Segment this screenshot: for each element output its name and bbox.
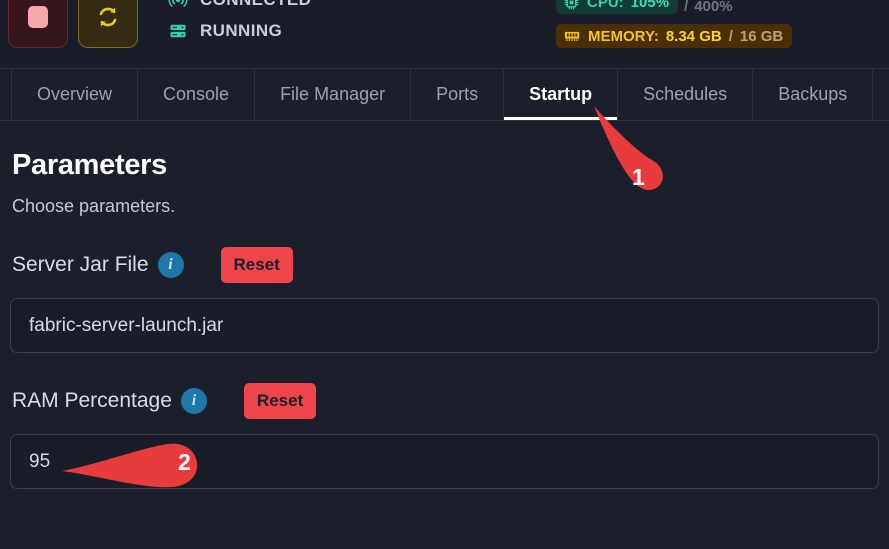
ram-percentage-input[interactable] bbox=[10, 434, 879, 489]
info-icon[interactable]: i bbox=[157, 252, 184, 278]
field-ram-percentage: RAM Percentage i Reset bbox=[10, 383, 879, 489]
resource-usage: CPU: 105% / 400% MEMORY: 8.34 GB / 16 GB bbox=[556, 0, 793, 48]
status-running-label: RUNNING bbox=[200, 21, 283, 40]
cpu-max: 400% bbox=[694, 0, 733, 15]
cpu-value: 105% bbox=[630, 0, 670, 11]
memory-chip: MEMORY: 8.34 GB / 16 GB bbox=[556, 24, 793, 48]
server-status-bar: CONNECTED RUNNING bbox=[0, 0, 889, 62]
page-title: Parameters bbox=[12, 149, 167, 181]
restart-arrows-icon bbox=[99, 7, 117, 27]
tab-overview-label: Overview bbox=[37, 84, 113, 104]
tab-schedules-label: Schedules bbox=[643, 84, 728, 104]
tab-backups[interactable]: Backups bbox=[753, 69, 874, 120]
tab-backups-label: Backups bbox=[778, 84, 848, 104]
field-ram-percentage-header: RAM Percentage i Reset bbox=[12, 383, 879, 419]
status-running: RUNNING bbox=[168, 21, 311, 41]
field-server-jar-file-label: Server Jar File bbox=[12, 253, 149, 276]
server-jar-file-input[interactable] bbox=[10, 298, 879, 353]
cpu-chip: CPU: 105% bbox=[556, 0, 679, 14]
reset-ram-percentage-button[interactable]: Reset bbox=[243, 383, 317, 419]
stop-icon bbox=[28, 6, 48, 28]
startup-parameters-panel: Parameters Choose parameters. Server Jar… bbox=[0, 121, 889, 549]
status-connected-label: CONNECTED bbox=[200, 0, 311, 10]
tab-ports[interactable]: Ports bbox=[411, 69, 505, 120]
memory-separator: / bbox=[728, 27, 733, 45]
memory-max: 16 GB bbox=[739, 27, 784, 45]
cpu-chip-icon bbox=[564, 0, 579, 10]
cpu-separator: / bbox=[684, 0, 689, 15]
status-connected: CONNECTED bbox=[168, 0, 311, 10]
server-tabs: Overview Console File Manager Ports Star… bbox=[0, 68, 889, 121]
tab-schedules[interactable]: Schedules bbox=[618, 69, 754, 120]
page-subtitle: Choose parameters. bbox=[12, 196, 176, 216]
cpu-title: CPU: bbox=[587, 0, 624, 11]
tab-startup[interactable]: Startup bbox=[504, 69, 619, 120]
status-list: CONNECTED RUNNING bbox=[168, 0, 311, 41]
tab-console-label: Console bbox=[163, 84, 230, 104]
tab-startup-label: Startup bbox=[529, 84, 593, 104]
tab-overview[interactable]: Overview bbox=[11, 69, 139, 120]
tab-file-manager-label: File Manager bbox=[280, 84, 386, 104]
field-server-jar-file-header: Server Jar File i Reset bbox=[12, 247, 879, 283]
broadcast-icon bbox=[168, 0, 188, 7]
cpu-usage: CPU: 105% / 400% bbox=[556, 0, 792, 15]
memory-value: 8.34 GB bbox=[665, 27, 722, 45]
server-icon bbox=[170, 24, 186, 38]
info-icon[interactable]: i bbox=[180, 388, 207, 414]
stop-server-button[interactable] bbox=[8, 0, 68, 48]
tab-console[interactable]: Console bbox=[138, 69, 256, 120]
tab-ports-label: Ports bbox=[436, 84, 479, 104]
memory-title: MEMORY: bbox=[588, 27, 659, 45]
restart-server-button[interactable] bbox=[78, 0, 138, 48]
field-ram-percentage-label: RAM Percentage bbox=[12, 389, 172, 412]
power-controls bbox=[0, 0, 138, 48]
field-server-jar-file: Server Jar File i Reset bbox=[10, 247, 879, 353]
tab-file-manager[interactable]: File Manager bbox=[255, 69, 412, 120]
reset-server-jar-file-button[interactable]: Reset bbox=[220, 247, 293, 283]
ram-stick-icon bbox=[564, 31, 580, 41]
